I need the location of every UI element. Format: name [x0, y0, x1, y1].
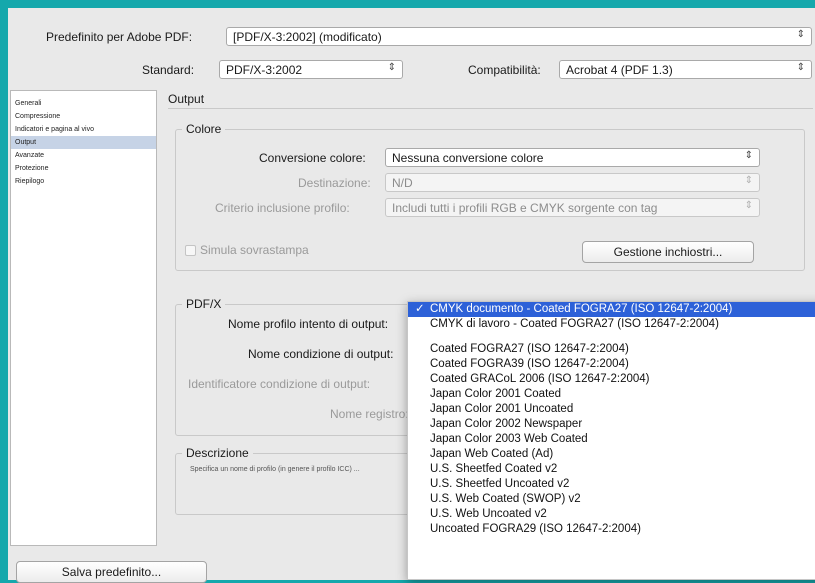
sidebar-item-avanzate[interactable]: Avanzate: [11, 149, 156, 162]
compat-value: Acrobat 4 (PDF 1.3): [566, 63, 673, 77]
destination-label: Destinazione:: [298, 176, 371, 190]
dropdown-item[interactable]: Japan Web Coated (Ad): [408, 447, 815, 462]
intent-profile-label: Nome profilo intento di output:: [228, 317, 389, 331]
description-group-title: Descrizione: [182, 446, 253, 460]
registry-name-label: Nome registro:: [330, 407, 409, 421]
section-title: Output: [168, 92, 205, 106]
conversion-label: Conversione colore:: [259, 151, 366, 165]
select-arrow-icon: ⇕: [796, 29, 805, 40]
sidebar-item-protezione[interactable]: Protezione: [11, 162, 156, 175]
dropdown-item[interactable]: Uncoated FOGRA29 (ISO 12647-2:2004): [408, 522, 815, 537]
pdfx-group-title: PDF/X: [182, 297, 226, 311]
dropdown-item[interactable]: Coated FOGRA39 (ISO 12647-2:2004): [408, 357, 815, 372]
conversion-select[interactable]: Nessuna conversione colore ⇕: [385, 148, 760, 167]
dropdown-item[interactable]: ✓ CMYK documento - Coated FOGRA27 (ISO 1…: [408, 302, 815, 317]
standard-label: Standard:: [142, 63, 195, 77]
dropdown-item[interactable]: U.S. Web Uncoated v2: [408, 507, 815, 522]
dropdown-item[interactable]: Japan Color 2003 Web Coated: [408, 432, 815, 447]
profile-policy-label: Criterio inclusione profilo:: [215, 201, 350, 215]
select-arrow-icon: ⇕: [744, 200, 753, 211]
select-arrow-icon: ⇕: [744, 175, 753, 186]
settings-sidebar: Generali Compressione Indicatori e pagin…: [10, 90, 157, 546]
compat-select[interactable]: Acrobat 4 (PDF 1.3) ⇕: [559, 60, 812, 79]
simulate-overprint-label: Simula sovrastampa: [200, 243, 309, 257]
select-arrow-icon: ⇕: [744, 150, 753, 161]
checkmark-icon: ✓: [415, 303, 425, 315]
sidebar-item-riepilogo[interactable]: Riepilogo: [11, 175, 156, 188]
standard-value: PDF/X-3:2002: [226, 63, 303, 77]
dropdown-item[interactable]: Coated FOGRA27 (ISO 12647-2:2004): [408, 342, 815, 357]
dropdown-item[interactable]: CMYK di lavoro - Coated FOGRA27 (ISO 126…: [408, 317, 815, 332]
destination-value: N/D: [392, 176, 413, 190]
preset-select[interactable]: [PDF/X-3:2002] (modificato) ⇕: [226, 27, 812, 46]
dropdown-item[interactable]: Coated GRACoL 2006 (ISO 12647-2:2004): [408, 372, 815, 387]
dropdown-item[interactable]: Japan Color 2001 Uncoated: [408, 402, 815, 417]
color-group-title: Colore: [182, 122, 226, 136]
dropdown-item[interactable]: U.S. Sheetfed Coated v2: [408, 462, 815, 477]
condition-name-label: Nome condizione di output:: [248, 347, 394, 361]
sidebar-item-indicatori[interactable]: Indicatori e pagina al vivo: [11, 123, 156, 136]
select-arrow-icon: ⇕: [796, 62, 805, 73]
dropdown-separator: [408, 332, 815, 342]
preset-value: [PDF/X-3:2002] (modificato): [233, 30, 382, 44]
intent-profile-dropdown: ✓ CMYK documento - Coated FOGRA27 (ISO 1…: [407, 301, 815, 580]
dropdown-item[interactable]: U.S. Web Coated (SWOP) v2: [408, 492, 815, 507]
dropdown-item-label: CMYK documento - Coated FOGRA27 (ISO 126…: [430, 303, 733, 315]
section-divider: [168, 108, 813, 109]
dropdown-item[interactable]: Japan Color 2001 Coated: [408, 387, 815, 402]
ink-manager-button[interactable]: Gestione inchiostri...: [582, 241, 754, 263]
select-arrow-icon: ⇕: [387, 62, 396, 73]
condition-identifier-label: Identificatore condizione di output:: [188, 377, 371, 391]
compat-label: Compatibilità:: [468, 63, 541, 77]
dropdown-item[interactable]: Japan Color 2002 Newspaper: [408, 417, 815, 432]
preset-label: Predefinito per Adobe PDF:: [46, 30, 193, 44]
dropdown-item[interactable]: U.S. Sheetfed Uncoated v2: [408, 477, 815, 492]
profile-policy-value: Includi tutti i profili RGB e CMYK sorge…: [392, 201, 658, 215]
conversion-value: Nessuna conversione colore: [392, 151, 544, 165]
description-text: Specifica un nome di profilo (in genere …: [190, 466, 360, 473]
standard-select[interactable]: PDF/X-3:2002 ⇕: [219, 60, 403, 79]
sidebar-item-output[interactable]: Output: [11, 136, 156, 149]
simulate-overprint-checkbox[interactable]: [185, 245, 196, 256]
destination-select[interactable]: N/D ⇕: [385, 173, 760, 192]
sidebar-item-compressione[interactable]: Compressione: [11, 110, 156, 123]
profile-policy-select[interactable]: Includi tutti i profili RGB e CMYK sorge…: [385, 198, 760, 217]
sidebar-item-generali[interactable]: Generali: [11, 97, 156, 110]
